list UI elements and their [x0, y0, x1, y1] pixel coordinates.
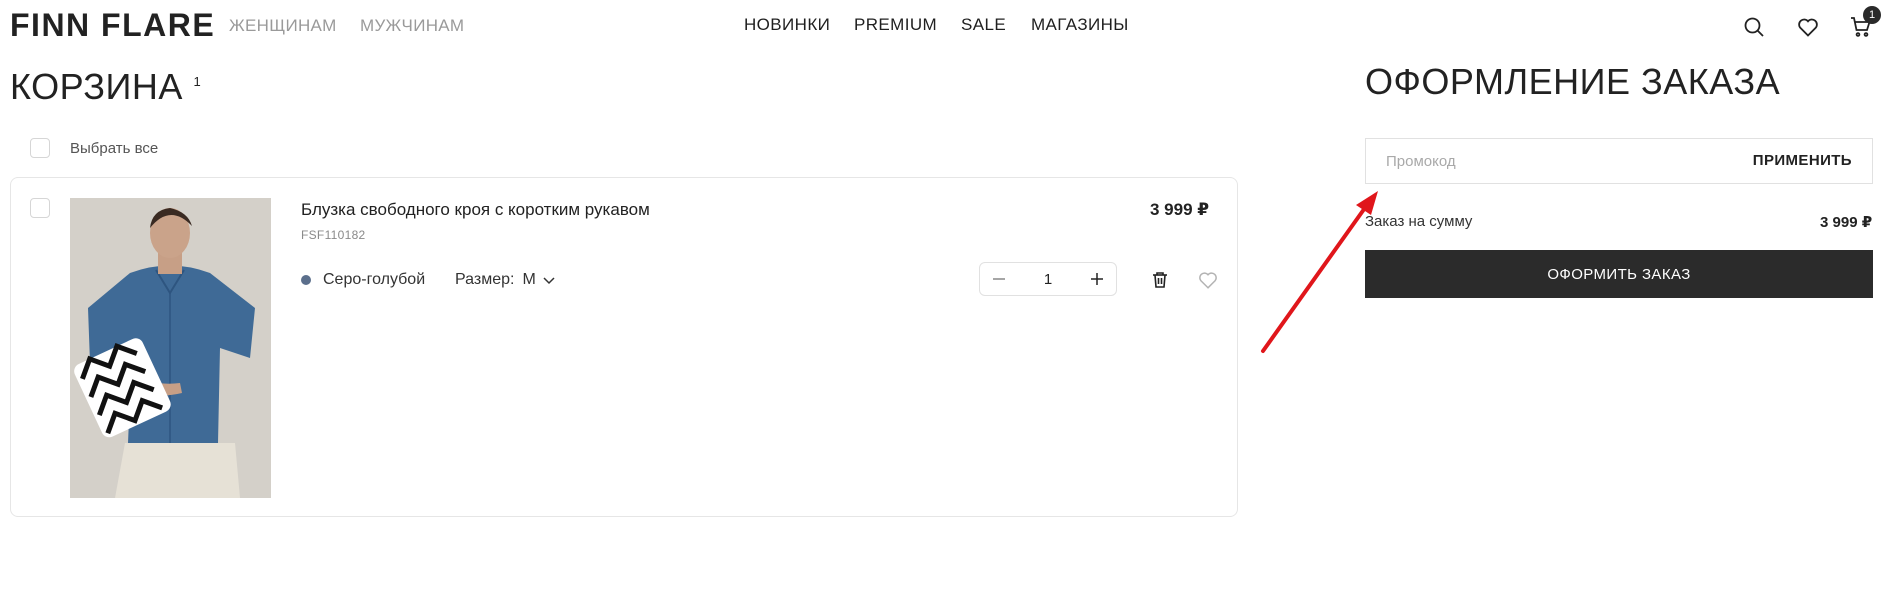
size-label: Размер:: [455, 271, 515, 288]
nav-women[interactable]: ЖЕНЩИНАМ: [229, 16, 337, 36]
search-icon: [1744, 17, 1764, 37]
cart-title-text: КОРЗИНА: [10, 66, 183, 107]
checkout-title: ОФОРМЛЕНИЕ ЗАКАЗА: [1365, 61, 1781, 102]
search-button[interactable]: [1739, 12, 1769, 42]
heart-icon: [1199, 272, 1217, 289]
product-photo: [70, 198, 271, 498]
product-image[interactable]: [70, 198, 271, 498]
product-title[interactable]: Блузка свободного кроя с коротким рукаво…: [301, 200, 650, 220]
apply-promo-button[interactable]: ПРИМЕНИТЬ: [1753, 152, 1852, 169]
chevron-down-icon: [543, 277, 555, 285]
nav-premium[interactable]: PREMIUM: [854, 15, 937, 35]
cart-count-badge: 1: [1863, 6, 1881, 24]
color-name: Серо-голубой: [323, 271, 426, 288]
promo-code-box: ПРИМЕНИТЬ: [1365, 138, 1873, 184]
trash-icon: [1153, 272, 1167, 288]
place-order-button[interactable]: ОФОРМИТЬ ЗАКАЗ: [1365, 250, 1873, 298]
size-value: M: [522, 271, 536, 288]
nav-new[interactable]: НОВИНКИ: [744, 15, 830, 35]
item-checkbox[interactable]: [30, 198, 50, 218]
size-selector[interactable]: Размер: M: [455, 271, 556, 289]
add-to-favorites-button[interactable]: [1193, 265, 1223, 295]
select-all-label[interactable]: Выбрать все: [70, 140, 158, 157]
quantity-stepper: 1: [979, 262, 1117, 296]
quantity-value[interactable]: 1: [1044, 271, 1052, 288]
product-price: 3 999 ₽: [1150, 200, 1210, 219]
cart-button[interactable]: 1: [1846, 6, 1881, 42]
nav-men[interactable]: МУЖЧИНАМ: [360, 16, 464, 36]
select-all-checkbox[interactable]: [30, 138, 50, 158]
heart-icon: [1798, 18, 1818, 37]
delete-item-button[interactable]: [1145, 265, 1175, 295]
plus-icon[interactable]: [1088, 270, 1106, 288]
minus-icon[interactable]: [990, 270, 1008, 288]
favorites-button[interactable]: [1793, 12, 1823, 42]
nav-stores[interactable]: МАГАЗИНЫ: [1031, 15, 1129, 35]
cart-title: КОРЗИНА 1: [10, 62, 201, 107]
color-swatch: [301, 275, 311, 285]
annotation-arrow: [1261, 191, 1378, 353]
product-sku: FSF110182: [301, 228, 366, 242]
logo[interactable]: FINN FLARE: [10, 8, 215, 42]
order-sum-value: 3 999 ₽: [1820, 214, 1873, 231]
cart-count: 1: [193, 74, 202, 89]
nav-sale[interactable]: SALE: [961, 15, 1006, 35]
promo-code-input[interactable]: [1366, 139, 1766, 183]
